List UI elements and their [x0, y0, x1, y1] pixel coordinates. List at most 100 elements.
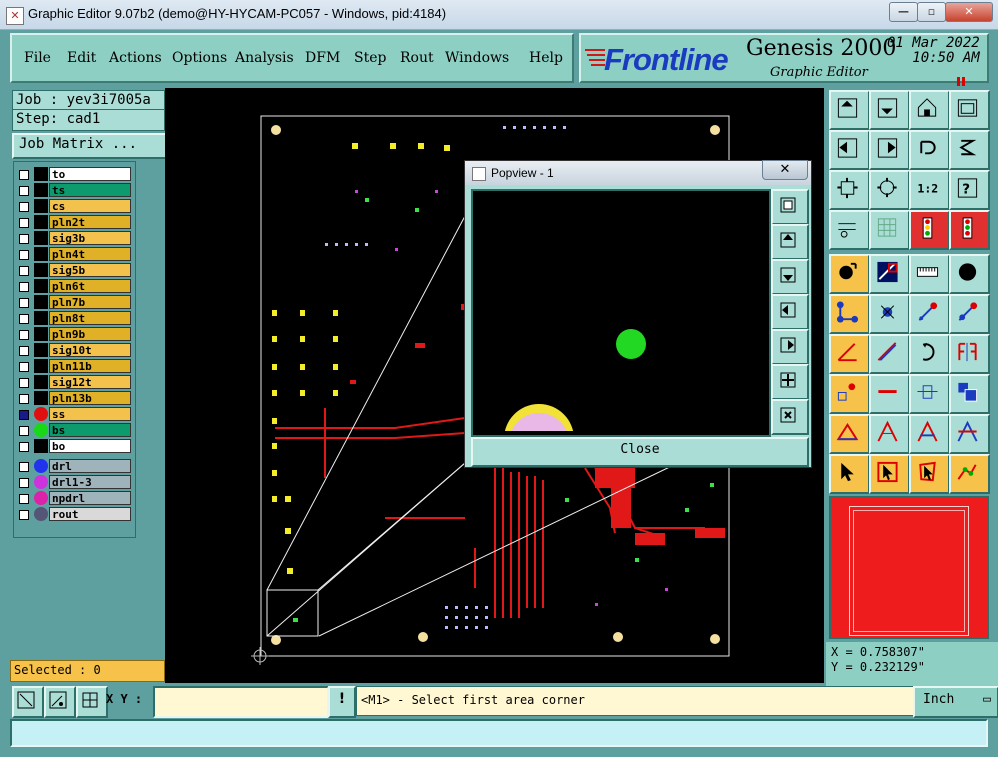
layer-row[interactable]: rout: [14, 507, 134, 521]
layer-row[interactable]: pln13b: [14, 391, 134, 405]
layer-checkbox[interactable]: [19, 426, 29, 436]
point-add-tool-button[interactable]: [909, 294, 950, 334]
redraw-tool-button[interactable]: [949, 130, 990, 170]
layer-checkbox[interactable]: [19, 346, 29, 356]
minus-tool-button[interactable]: [869, 374, 910, 414]
layer-row[interactable]: pln4t: [14, 247, 134, 261]
open-step-tool-button[interactable]: [829, 90, 870, 130]
layer-checkbox[interactable]: [19, 298, 29, 308]
layer-name[interactable]: pln4t: [49, 247, 131, 261]
units-dropdown[interactable]: Inch ▭: [913, 686, 998, 718]
menu-actions[interactable]: Actions: [109, 50, 162, 66]
window-tool-button[interactable]: [949, 90, 990, 130]
layer-name[interactable]: pln7b: [49, 295, 131, 309]
layer-row[interactable]: sig3b: [14, 231, 134, 245]
grid-tool-button[interactable]: [869, 210, 910, 250]
connect-nodes-tool-button[interactable]: [829, 294, 870, 334]
triangle-c-tool-button[interactable]: [949, 414, 990, 454]
layer-row[interactable]: pln9b: [14, 327, 134, 341]
zoom-home-tool-button[interactable]: [869, 170, 910, 210]
menu-help[interactable]: Help: [529, 50, 563, 66]
layer-name[interactable]: to: [49, 167, 131, 181]
layer-row[interactable]: sig10t: [14, 343, 134, 357]
layer-checkbox[interactable]: [19, 462, 29, 472]
menu-windows[interactable]: Windows: [445, 50, 509, 66]
layer-row[interactable]: sig5b: [14, 263, 134, 277]
layer-row[interactable]: npdrl: [14, 491, 134, 505]
layer-name[interactable]: npdrl: [49, 491, 131, 505]
layer-name[interactable]: pln6t: [49, 279, 131, 293]
layer-row[interactable]: pln7b: [14, 295, 134, 309]
menu-file[interactable]: File: [24, 50, 51, 66]
grid-button[interactable]: [76, 686, 108, 718]
layer-name[interactable]: sig12t: [49, 375, 131, 389]
layer-row[interactable]: bs: [14, 423, 134, 437]
triangle-b-tool-button[interactable]: [909, 414, 950, 454]
job-matrix-button[interactable]: Job Matrix ...: [12, 133, 167, 159]
layer-checkbox[interactable]: [19, 314, 29, 324]
layer-checkbox[interactable]: [19, 218, 29, 228]
select-arrow-tool-button[interactable]: [829, 454, 870, 494]
rotate-tool-button[interactable]: [909, 334, 950, 374]
triangle-tool-button[interactable]: [829, 414, 870, 454]
layer-name[interactable]: drl: [49, 459, 131, 473]
layer-row[interactable]: to: [14, 167, 134, 181]
layer-name[interactable]: sig5b: [49, 263, 131, 277]
layer-checkbox[interactable]: [19, 170, 29, 180]
popview-pan-down-button[interactable]: [771, 259, 809, 295]
popview-close-x[interactable]: ✕: [762, 160, 808, 180]
pad-add-tool-button[interactable]: [829, 254, 870, 294]
layer-row[interactable]: cs: [14, 199, 134, 213]
layer-checkbox[interactable]: [19, 202, 29, 212]
layer-row[interactable]: sig12t: [14, 375, 134, 389]
traffic-light-tool-button[interactable]: [909, 210, 950, 250]
snap-button[interactable]: [44, 686, 76, 718]
layer-row[interactable]: pln11b: [14, 359, 134, 373]
layer-checkbox[interactable]: [19, 330, 29, 340]
layer-checkbox[interactable]: [19, 442, 29, 452]
layer-name[interactable]: pln9b: [49, 327, 131, 341]
angle-tool-button[interactable]: [829, 334, 870, 374]
zoom-fit-tool-button[interactable]: [829, 170, 870, 210]
one-to-two-tool-button[interactable]: 1:2: [909, 170, 950, 210]
select-net-tool-button[interactable]: [949, 454, 990, 494]
layer-checkbox[interactable]: [19, 266, 29, 276]
line-add-tool-button[interactable]: [869, 254, 910, 294]
layer-name[interactable]: bs: [49, 423, 131, 437]
popview-close-button[interactable]: Close: [471, 437, 809, 467]
layer-name[interactable]: bo: [49, 439, 131, 453]
pause-icon[interactable]: [957, 71, 967, 86]
layer-row[interactable]: ss: [14, 407, 134, 421]
layer-row[interactable]: drl1-3: [14, 475, 134, 489]
popview-pan-left-button[interactable]: [771, 294, 809, 330]
layer-checkbox[interactable]: [19, 186, 29, 196]
popview-zoom-fit-button[interactable]: [771, 189, 809, 225]
layer-checkbox[interactable]: [19, 362, 29, 372]
home-tool-button[interactable]: [909, 90, 950, 130]
popview-zoom-in-button[interactable]: [771, 364, 809, 400]
popview-zoom-out-button[interactable]: [771, 399, 809, 435]
menu-dfm[interactable]: DFM: [305, 50, 340, 66]
help-tool-button[interactable]: ?: [949, 170, 990, 210]
layer-checkbox[interactable]: [19, 410, 29, 420]
layer-name[interactable]: cs: [49, 199, 131, 213]
layer-name[interactable]: drl1-3: [49, 475, 131, 489]
maximize-button[interactable]: ▫: [917, 2, 946, 22]
layer-row[interactable]: ts: [14, 183, 134, 197]
layer-checkbox[interactable]: [19, 494, 29, 504]
popview-pan-right-button[interactable]: [771, 329, 809, 365]
pan-left-tool-button[interactable]: [829, 130, 870, 170]
layer-name[interactable]: rout: [49, 507, 131, 521]
select-box-tool-button[interactable]: [869, 454, 910, 494]
layer-checkbox[interactable]: [19, 250, 29, 260]
execute-button[interactable]: !: [328, 686, 356, 718]
minimize-button[interactable]: —: [889, 2, 918, 22]
layer-name[interactable]: ss: [49, 407, 131, 421]
menu-options[interactable]: Options: [172, 50, 227, 66]
point-move-tool-button[interactable]: [949, 294, 990, 334]
menu-analysis[interactable]: Analysis: [235, 50, 294, 66]
mirror-tool-button[interactable]: [949, 334, 990, 374]
layer-name[interactable]: pln13b: [49, 391, 131, 405]
ruler-tool-button[interactable]: [909, 254, 950, 294]
close-button[interactable]: ✕: [945, 2, 993, 22]
